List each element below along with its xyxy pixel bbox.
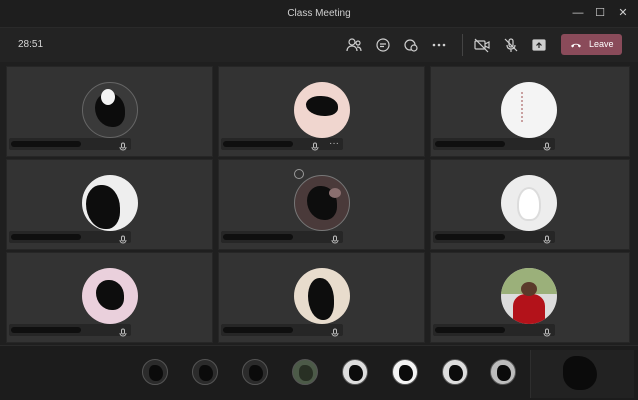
participant-name-tag xyxy=(9,138,131,151)
mic-muted-icon xyxy=(543,325,551,337)
mouse-pointer xyxy=(294,169,304,179)
mic-muted-icon xyxy=(119,232,127,244)
participant-avatar xyxy=(294,268,350,324)
participant-avatar xyxy=(501,268,557,324)
window-title: Class Meeting xyxy=(287,8,351,19)
participant-strip xyxy=(0,345,638,400)
mic-muted-icon xyxy=(543,232,551,244)
participant-tile[interactable]: ··· xyxy=(218,66,425,157)
more-options-icon[interactable] xyxy=(430,36,448,54)
participant-tile[interactable] xyxy=(218,252,425,343)
mic-muted-icon xyxy=(311,139,319,151)
leave-label: Leave xyxy=(589,39,614,49)
toolbar-divider xyxy=(462,34,463,56)
participant-avatar xyxy=(294,82,350,138)
participant-name-tag xyxy=(433,231,555,244)
chat-icon[interactable] xyxy=(374,36,392,54)
participant-tile[interactable] xyxy=(430,252,630,343)
meeting-timer: 28:51 xyxy=(18,39,44,50)
participant-more-button[interactable]: ··· xyxy=(329,138,339,149)
reactions-icon[interactable] xyxy=(402,36,420,54)
mic-muted-icon xyxy=(331,325,339,337)
participant-avatar xyxy=(501,82,557,138)
participants-icon[interactable] xyxy=(345,36,363,54)
maximize-button[interactable]: ☐ xyxy=(588,3,612,23)
hang-up-icon xyxy=(570,39,582,51)
minimize-button[interactable]: — xyxy=(566,3,590,23)
participant-tile[interactable] xyxy=(6,66,213,157)
participant-thumbnail[interactable] xyxy=(392,359,418,385)
participant-avatar xyxy=(501,175,557,231)
participant-avatar xyxy=(294,175,350,231)
participant-tile[interactable] xyxy=(6,159,213,250)
title-bar: Class Meeting — ☐ ✕ xyxy=(0,0,638,28)
participant-name-tag xyxy=(221,324,343,337)
leave-button[interactable]: Leave xyxy=(561,34,622,55)
participant-tile[interactable] xyxy=(218,159,425,250)
participant-name-tag xyxy=(433,138,555,151)
mic-off-icon[interactable] xyxy=(502,36,520,54)
participant-grid: ··· xyxy=(3,63,635,343)
camera-off-icon[interactable] xyxy=(473,36,491,54)
participant-thumbnail[interactable] xyxy=(490,359,516,385)
participant-thumbnail[interactable] xyxy=(142,359,168,385)
participant-name-tag: ··· xyxy=(221,138,343,151)
participant-thumbnail[interactable] xyxy=(192,359,218,385)
participant-avatar xyxy=(82,175,138,231)
mic-muted-icon xyxy=(119,325,127,337)
participant-thumbnail[interactable] xyxy=(342,359,368,385)
participant-thumbnail[interactable] xyxy=(292,359,318,385)
participant-tile[interactable] xyxy=(430,159,630,250)
participant-name-tag xyxy=(221,231,343,244)
share-screen-icon[interactable] xyxy=(530,36,548,54)
participant-name-tag xyxy=(433,324,555,337)
participant-avatar xyxy=(82,268,138,324)
mic-muted-icon xyxy=(543,139,551,151)
participant-avatar xyxy=(82,82,138,138)
participant-thumbnail[interactable] xyxy=(242,359,268,385)
self-view xyxy=(530,350,634,398)
meeting-toolbar: 28:51 Leave xyxy=(0,28,638,62)
mic-muted-icon xyxy=(119,139,127,151)
close-button[interactable]: ✕ xyxy=(611,3,635,23)
participant-thumbnail[interactable] xyxy=(442,359,468,385)
participant-name-tag xyxy=(9,324,131,337)
participant-tile[interactable] xyxy=(430,66,630,157)
participant-name-tag xyxy=(9,231,131,244)
participant-tile[interactable] xyxy=(6,252,213,343)
mic-muted-icon xyxy=(331,232,339,244)
